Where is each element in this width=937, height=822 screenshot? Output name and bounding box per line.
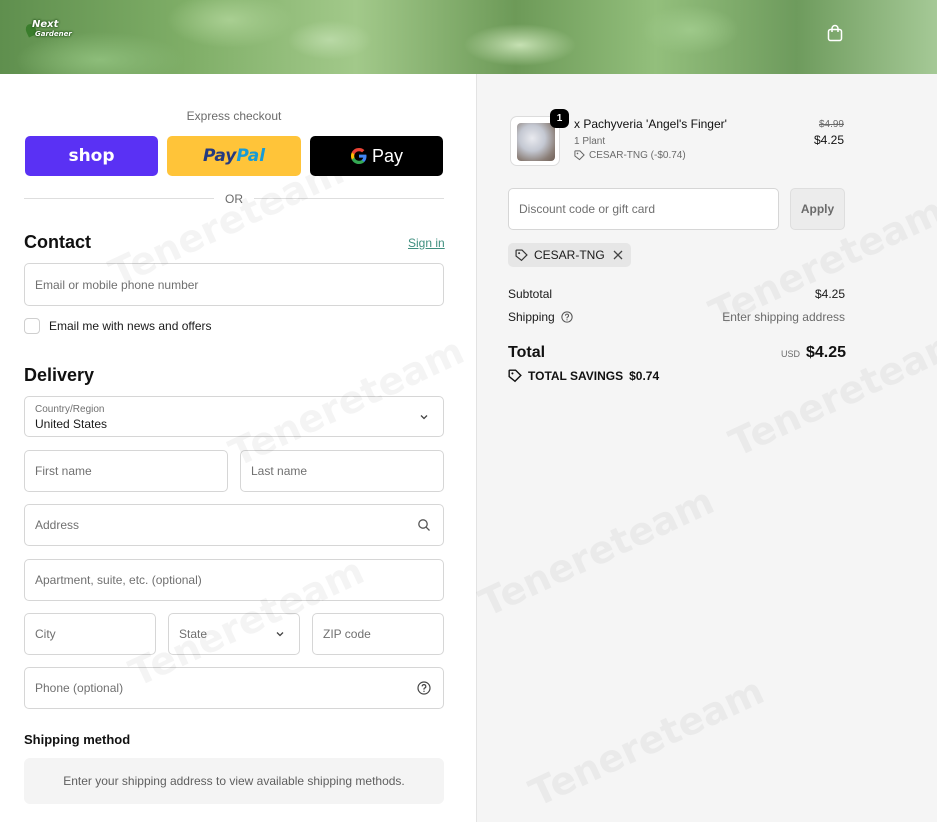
email-placeholder: Email or mobile phone number: [35, 277, 199, 292]
original-price: $4.99: [818, 119, 844, 130]
google-pay-button[interactable]: Pay: [310, 136, 443, 176]
address-placeholder: Address: [35, 518, 80, 532]
tag-icon: [515, 248, 528, 261]
zip-field[interactable]: ZIP code: [312, 613, 444, 655]
sign-in-link[interactable]: Sign in: [408, 236, 445, 250]
newsletter-label: Email me with news and offers: [49, 319, 212, 333]
subtotal-label: Subtotal: [508, 287, 553, 301]
shipping-method-message: Enter your shipping address to view avai…: [63, 774, 405, 788]
product-variant: 1 Plant: [574, 136, 606, 147]
product-name: x Pachyveria 'Angel's Finger': [574, 117, 727, 131]
apartment-placeholder: Apartment, suite, etc. (optional): [35, 573, 202, 587]
help-circle-icon[interactable]: [417, 681, 431, 695]
shipping-method-heading: Shipping method: [24, 732, 131, 747]
product-discount-text: CESAR-TNG (-$0.74): [589, 150, 686, 161]
total-amount: $4.25: [806, 344, 847, 361]
country-label: Country/Region: [35, 404, 105, 415]
store-logo[interactable]: Next Gardener: [23, 19, 72, 44]
shipping-label: Shipping: [508, 310, 555, 324]
chevron-down-icon: [420, 414, 428, 419]
first-name-placeholder: First name: [35, 464, 92, 478]
last-name-placeholder: Last name: [251, 464, 308, 478]
product-image: [517, 123, 555, 161]
address-field[interactable]: Address: [24, 504, 444, 546]
or-text: OR: [225, 192, 243, 206]
apply-discount-button[interactable]: Apply: [790, 188, 845, 230]
tag-icon: [508, 369, 522, 383]
shipping-row: Shipping Enter shipping address: [508, 310, 845, 324]
subtotal-row: Subtotal $4.25: [508, 287, 845, 301]
logo-line1: Next: [32, 19, 59, 30]
header-banner: Next Gardener: [0, 0, 937, 74]
country-select[interactable]: Country/Region United States: [24, 396, 444, 437]
applied-code-chip: CESAR-TNG: [508, 243, 631, 267]
contact-heading: Contact: [24, 232, 91, 252]
help-circle-icon[interactable]: [561, 311, 573, 323]
divider-line-right: [254, 198, 444, 199]
quantity-badge: 1: [550, 109, 569, 128]
logo-line2: Gardener: [35, 30, 72, 38]
remove-code-close-icon[interactable]: [611, 248, 625, 262]
chevron-down-icon: [276, 632, 284, 637]
or-divider: OR: [24, 191, 444, 207]
discount-code-input[interactable]: Discount code or gift card: [508, 188, 779, 230]
subtotal-value: $4.25: [814, 287, 845, 301]
current-price: $4.25: [813, 133, 844, 147]
tag-icon: [574, 150, 585, 161]
paypal-label-pal: Pal: [236, 146, 266, 166]
state-select[interactable]: State: [168, 613, 300, 655]
delivery-heading: Delivery: [24, 365, 95, 385]
newsletter-option[interactable]: Email me with news and offers: [24, 318, 212, 334]
shipping-value: Enter shipping address: [722, 310, 845, 324]
shopping-bag-icon[interactable]: [826, 24, 844, 42]
total-label: Total: [508, 344, 546, 361]
express-checkout-title: Express checkout: [186, 109, 282, 123]
state-placeholder: State: [179, 627, 208, 641]
first-name-field[interactable]: First name: [24, 450, 228, 492]
paypal-button[interactable]: Pay Pal: [167, 136, 301, 176]
city-field[interactable]: City: [24, 613, 156, 655]
search-icon: [418, 519, 430, 531]
shipping-method-empty: Enter your shipping address to view avai…: [24, 758, 444, 804]
apartment-field[interactable]: Apartment, suite, etc. (optional): [24, 559, 444, 601]
paypal-label-pay: Pay: [202, 146, 237, 166]
discount-placeholder: Discount code or gift card: [519, 202, 656, 216]
country-value: United States: [35, 417, 108, 431]
google-g-icon: [350, 148, 367, 164]
total-savings: TOTAL SAVINGS $0.74: [508, 369, 659, 383]
city-placeholder: City: [35, 627, 56, 641]
shop-pay-button[interactable]: shop: [25, 136, 158, 176]
total-currency: USD: [781, 349, 801, 359]
product-discount: CESAR-TNG (-$0.74): [574, 150, 686, 161]
shop-pay-label: shop: [68, 146, 115, 166]
applied-code-text: CESAR-TNG: [534, 248, 605, 262]
email-field[interactable]: Email or mobile phone number: [24, 263, 444, 306]
google-pay-label: Pay: [371, 145, 404, 166]
phone-placeholder: Phone (optional): [35, 681, 124, 695]
order-summary-panel: [476, 74, 937, 822]
newsletter-checkbox[interactable]: [24, 318, 40, 334]
savings-value: $0.74: [629, 369, 660, 383]
last-name-field[interactable]: Last name: [240, 450, 444, 492]
zip-placeholder: ZIP code: [323, 627, 371, 641]
phone-field[interactable]: Phone (optional): [24, 667, 444, 709]
savings-label: TOTAL SAVINGS: [528, 369, 624, 383]
product-thumbnail: 1: [510, 109, 569, 166]
